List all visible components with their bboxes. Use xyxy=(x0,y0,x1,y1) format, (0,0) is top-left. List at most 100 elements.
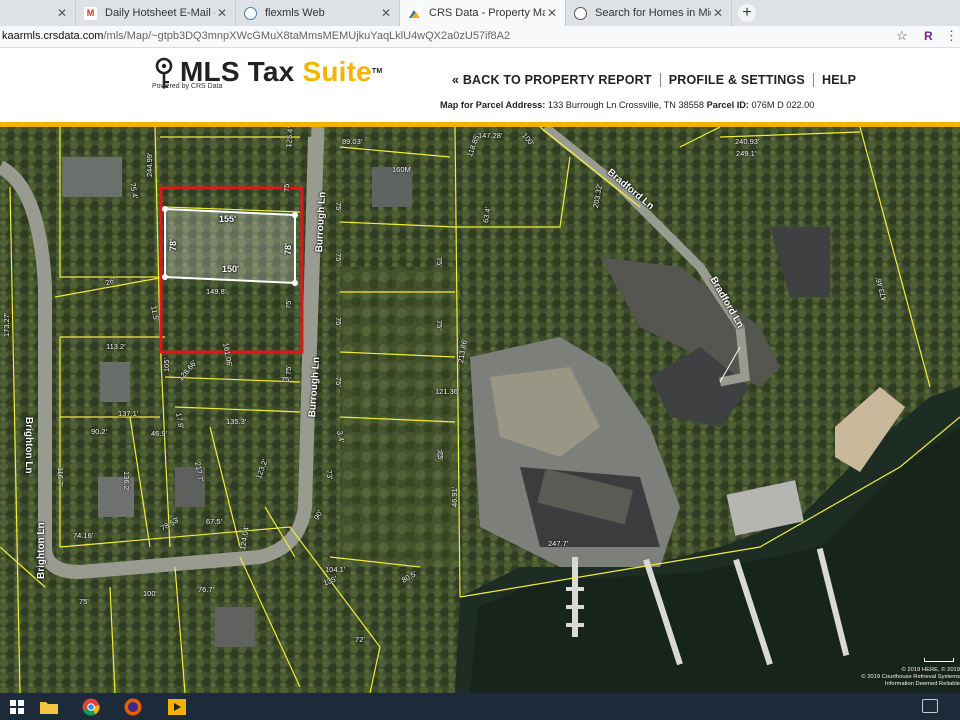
parcel-vertex xyxy=(162,274,168,280)
close-tab-icon[interactable]: ✕ xyxy=(545,6,559,20)
tab-title: Search for Homes in Middle TN | xyxy=(595,7,711,19)
lot-dimension: 75' xyxy=(284,299,293,309)
profile-settings-link[interactable]: PROFILE & SETTINGS xyxy=(669,73,805,87)
logo-suite-text: Suite xyxy=(302,56,372,87)
lot-dimension: 75' xyxy=(435,320,444,330)
street-label: Brighton Ln xyxy=(23,417,34,474)
lot-dimension: 136.2' xyxy=(122,471,131,492)
extension-r-icon[interactable]: R xyxy=(924,29,933,43)
url-host: kaarmls.crsdata.com xyxy=(2,30,104,42)
crs-icon xyxy=(408,6,421,20)
bookmark-star-icon[interactable]: ☆ xyxy=(896,28,908,44)
globe-icon xyxy=(244,6,257,20)
help-link[interactable]: HELP xyxy=(822,73,856,87)
map-scale-bar xyxy=(924,658,954,662)
map-imagery xyxy=(0,127,960,693)
lot-dimension: 104.1' xyxy=(325,565,346,574)
lot-dimension: 247.7' xyxy=(548,539,569,548)
lot-dimension: 72' xyxy=(355,635,365,644)
parcel-dimension-right: 78' xyxy=(283,242,293,255)
lot-dimension: 149.8' xyxy=(206,287,227,296)
lot-dimension: 75' xyxy=(436,451,445,461)
lot-dimension: 75' xyxy=(79,597,89,606)
top-navigation: « BACK TO PROPERTY REPORT PROFILE & SETT… xyxy=(452,73,856,87)
lot-dimension: 74.16' xyxy=(73,531,94,540)
close-tab-icon[interactable]: ✕ xyxy=(215,6,229,20)
parcel-dimension-top: 155' xyxy=(219,214,237,224)
address-bar[interactable]: kaarmls.crsdata.com/mls/Map/~gtpb3DQ3mnp… xyxy=(0,26,960,48)
tab-blank[interactable]: ✕ xyxy=(0,0,76,26)
lot-dimension: 75' xyxy=(282,182,291,192)
lot-dimension: 244.99' xyxy=(145,152,154,177)
lot-dimension: 113.2' xyxy=(106,342,126,351)
nav-divider xyxy=(812,73,814,87)
parcel-id: 076M D 022.00 xyxy=(751,100,815,110)
lot-dimension: 75' xyxy=(284,365,293,375)
lot-dimension: 75' xyxy=(334,202,343,212)
lot-dimension: 173.27' xyxy=(2,312,11,337)
lot-dimension: 73' xyxy=(324,469,335,481)
windows-start-icon[interactable] xyxy=(4,695,30,718)
url-text[interactable]: kaarmls.crsdata.com/mls/Map/~gtpb3DQ3mnp… xyxy=(2,30,510,42)
street-label: Brighton Ln xyxy=(36,522,47,579)
new-tab-button[interactable]: + xyxy=(738,4,756,22)
lot-dimension: 3.4' xyxy=(335,430,347,444)
lot-dimension: 46.9' xyxy=(151,429,168,438)
logo-trademark: TM xyxy=(371,68,383,75)
lot-dimension: 160M xyxy=(392,165,411,174)
tab-title: CRS Data - Property Map for 13... xyxy=(429,7,545,19)
back-to-property-report-link[interactable]: « BACK TO PROPERTY REPORT xyxy=(452,73,652,87)
media-app-icon[interactable] xyxy=(164,695,190,718)
parcel-address-label: Map for Parcel Address: xyxy=(440,100,546,110)
lot-dimension: 121.36' xyxy=(435,387,460,396)
browser-menu-icon[interactable]: ⋮ xyxy=(945,28,958,44)
attribution-line: © 2019 HERE, © 2019 xyxy=(901,667,960,673)
search-site-icon xyxy=(574,6,587,20)
close-tab-icon[interactable]: ✕ xyxy=(379,6,393,20)
logo-subtitle: Powered by CRS Data xyxy=(152,83,223,90)
file-explorer-icon[interactable] xyxy=(36,695,62,718)
lot-dimension: 135.3' xyxy=(226,417,247,426)
tab-title: Daily Hotsheet E-Mail - melissaih xyxy=(105,7,215,19)
parcel-map[interactable]: Burrough Ln Burrough Ln Brighton Ln Brig… xyxy=(0,127,960,693)
lot-dimension: 75' xyxy=(435,257,444,267)
lot-dimension: 67.5' xyxy=(206,517,223,526)
house-roof xyxy=(215,607,255,647)
notification-icon[interactable] xyxy=(922,699,938,713)
gmail-icon: M xyxy=(84,6,97,20)
parcel-vertex xyxy=(292,280,298,286)
lot-dimension: 116.7' xyxy=(56,467,65,487)
chrome-icon[interactable] xyxy=(78,695,104,718)
url-path: /mls/Map/~gtpb3DQ3mnpXWcGMuX8taMmsMEMUjk… xyxy=(103,30,511,42)
lot-dimension: 137.1' xyxy=(118,409,139,418)
parcel-address: 133 Burrough Ln Crossville, TN 38558 xyxy=(547,100,705,110)
lot-dimension: 100' xyxy=(143,589,157,598)
lot-dimension: 75' xyxy=(334,253,343,263)
attribution-line: © 2019 Courthouse Retrieval Systems xyxy=(861,674,960,680)
parcel-info-line: Map for Parcel Address: 133 Burrough Ln … xyxy=(440,100,814,110)
close-tab-icon[interactable]: ✕ xyxy=(711,6,725,20)
firefox-icon[interactable] xyxy=(120,695,146,718)
lot-dimension: 75' xyxy=(281,375,291,384)
lot-dimension: 240.93' xyxy=(735,137,760,146)
parcel-dimension-left: 78' xyxy=(168,238,178,251)
attribution-line: Information Deemed Reliable xyxy=(884,681,960,687)
parcel-vertex xyxy=(292,212,298,218)
nav-divider xyxy=(659,73,661,87)
lot-dimension: 105' xyxy=(162,358,171,372)
browser-tab-strip: ✕ M Daily Hotsheet E-Mail - melissaih ✕ … xyxy=(0,0,960,26)
tab-crs-data[interactable]: CRS Data - Property Map for 13... ✕ xyxy=(400,0,566,26)
lot-dimension: 46.91' xyxy=(450,486,459,507)
parcel-dimension-bottom: 150' xyxy=(222,264,240,274)
tab-flexmls[interactable]: flexmls Web ✕ xyxy=(236,0,400,26)
tab-search-homes[interactable]: Search for Homes in Middle TN | ✕ xyxy=(566,0,732,26)
tab-title: flexmls Web xyxy=(265,7,325,19)
house-roof xyxy=(62,157,122,197)
close-tab-icon[interactable]: ✕ xyxy=(55,6,69,20)
lot-dimension: 249.1' xyxy=(736,149,757,158)
lot-dimension: 75' xyxy=(334,377,343,387)
site-header: MLS Tax SuiteTM Powered by CRS Data « BA… xyxy=(0,49,960,122)
parcel-vertex xyxy=(162,206,168,212)
tab-gmail[interactable]: M Daily Hotsheet E-Mail - melissaih ✕ xyxy=(76,0,236,26)
parcel-id-label: Parcel ID: xyxy=(706,100,749,110)
